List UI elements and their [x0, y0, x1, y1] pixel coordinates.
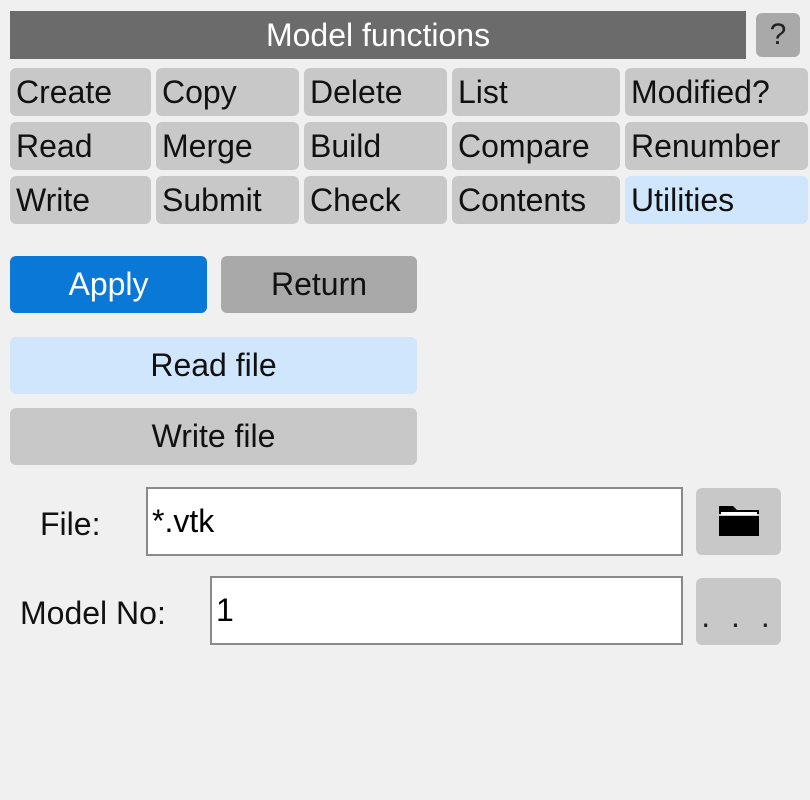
file-input[interactable]: *.vtk [146, 487, 683, 556]
function-button-delete[interactable]: Delete [304, 68, 447, 116]
model-number-label: Model No: [20, 595, 166, 631]
function-button-compare[interactable]: Compare [452, 122, 620, 170]
function-button-contents[interactable]: Contents [452, 176, 620, 224]
file-label: File: [40, 506, 101, 542]
model-functions-panel: Model functions ? Create Copy Delete Lis… [0, 0, 810, 800]
apply-button[interactable]: Apply [10, 256, 207, 313]
write-file-button[interactable]: Write file [10, 408, 417, 465]
function-button-write[interactable]: Write [10, 176, 151, 224]
panel-title: Model functions [10, 11, 746, 59]
help-button[interactable]: ? [756, 13, 800, 57]
function-button-check[interactable]: Check [304, 176, 447, 224]
ellipsis-icon: . . . [701, 598, 776, 634]
function-button-copy[interactable]: Copy [156, 68, 299, 116]
function-button-read[interactable]: Read [10, 122, 151, 170]
function-button-create[interactable]: Create [10, 68, 151, 116]
folder-icon [717, 500, 761, 543]
file-browse-button[interactable] [696, 488, 781, 555]
model-select-button[interactable]: . . . [696, 578, 781, 645]
function-button-submit[interactable]: Submit [156, 176, 299, 224]
function-button-modified[interactable]: Modified? [625, 68, 808, 116]
function-button-renumber[interactable]: Renumber [625, 122, 808, 170]
function-button-merge[interactable]: Merge [156, 122, 299, 170]
read-file-button[interactable]: Read file [10, 337, 417, 394]
function-grid: Create Copy Delete List Modified? Read M… [10, 68, 808, 224]
function-button-list[interactable]: List [452, 68, 620, 116]
model-number-input[interactable]: 1 [210, 576, 683, 645]
function-button-utilities[interactable]: Utilities [625, 176, 808, 224]
function-button-build[interactable]: Build [304, 122, 447, 170]
return-button[interactable]: Return [221, 256, 417, 313]
